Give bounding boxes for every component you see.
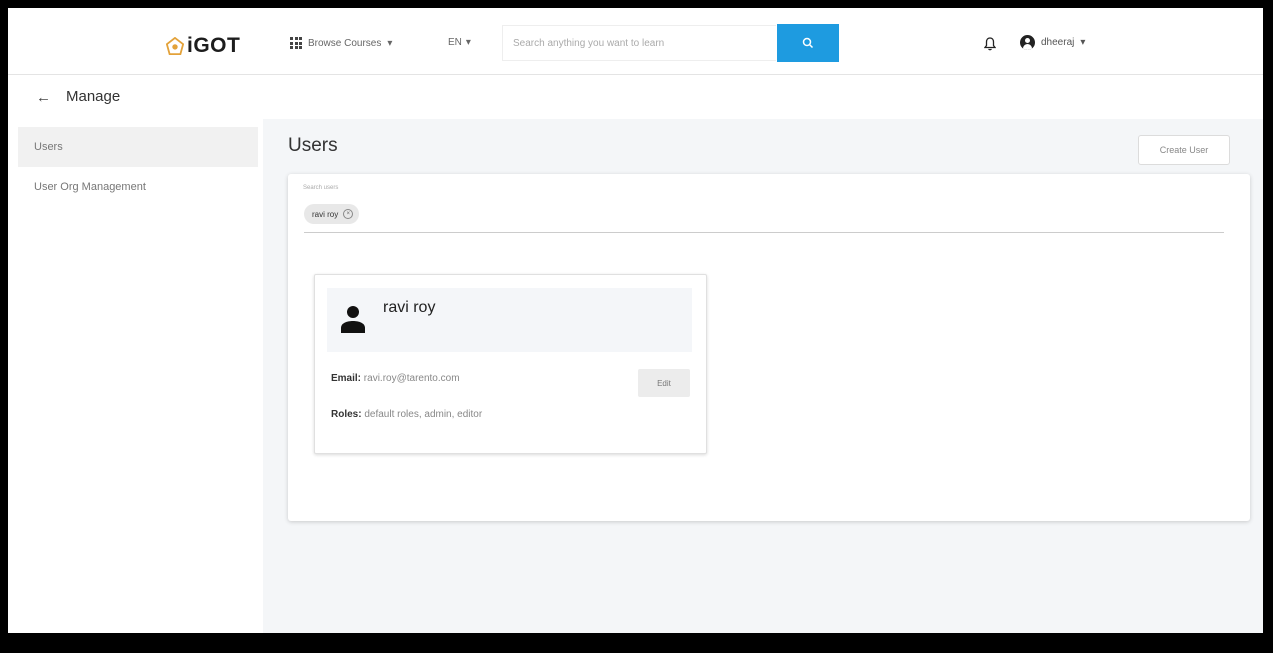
- user-name-label: dheeraj: [1041, 37, 1075, 48]
- roles-value: default roles, admin, editor: [364, 409, 483, 420]
- arrow-left-icon[interactable]: ←: [36, 89, 51, 106]
- search-input[interactable]: [502, 25, 776, 61]
- user-name: ravi roy: [383, 299, 436, 316]
- page-heading: Manage: [66, 88, 121, 105]
- sidebar-item-user-org-management[interactable]: User Org Management: [18, 167, 258, 207]
- language-label: EN: [448, 37, 462, 48]
- user-menu[interactable]: dheeraj ▾: [1020, 35, 1085, 50]
- logo-icon: [166, 37, 184, 55]
- page-title: Users: [288, 135, 338, 156]
- edit-label: Edit: [657, 378, 671, 388]
- caret-down-icon: ▾: [1080, 37, 1086, 48]
- chip-label: ravi roy: [312, 209, 339, 219]
- notification-bell-icon[interactable]: [984, 37, 996, 51]
- email-value: ravi.roy@tarento.com: [363, 373, 460, 384]
- person-icon: [341, 306, 365, 333]
- account-circle-icon: [1020, 35, 1035, 50]
- search-icon: [802, 37, 814, 49]
- sidebar-item-label: User Org Management: [34, 181, 146, 193]
- user-card-header: [327, 288, 692, 352]
- search-button[interactable]: [777, 24, 839, 62]
- email-label: Email:: [331, 373, 362, 384]
- apps-grid-icon: [290, 37, 302, 49]
- chip-remove-icon[interactable]: ×: [343, 209, 354, 219]
- search-users-label: Search users: [303, 185, 339, 191]
- search-field-underline[interactable]: [304, 232, 1224, 233]
- user-roles: Roles: default roles, admin, editor: [331, 409, 482, 420]
- browse-courses-dropdown[interactable]: Browse Courses ▾: [290, 37, 392, 49]
- manage-header: [8, 75, 1263, 119]
- create-user-button[interactable]: Create User: [1138, 135, 1230, 165]
- language-selector[interactable]: EN ▾: [448, 37, 471, 48]
- caret-down-icon: ▾: [465, 37, 471, 48]
- search-chip[interactable]: ravi roy ×: [304, 204, 360, 224]
- browse-courses-label: Browse Courses: [308, 37, 382, 49]
- logo-text: iGOT: [187, 34, 241, 57]
- roles-label: Roles:: [331, 409, 362, 420]
- top-navbar: iGOT Browse Courses ▾ EN ▾ Search anythi…: [8, 8, 1263, 75]
- igot-logo[interactable]: iGOT: [166, 34, 240, 58]
- edit-button[interactable]: Edit: [638, 369, 690, 397]
- sidebar-item-label: Users: [34, 141, 63, 153]
- create-user-label: Create User: [1159, 145, 1209, 155]
- user-email: Email: ravi.roy@tarento.com: [331, 373, 460, 384]
- caret-down-icon: ▾: [387, 37, 393, 49]
- sidebar-item-users[interactable]: Users: [18, 127, 258, 167]
- app-frame: iGOT Browse Courses ▾ EN ▾ Search anythi…: [8, 8, 1263, 633]
